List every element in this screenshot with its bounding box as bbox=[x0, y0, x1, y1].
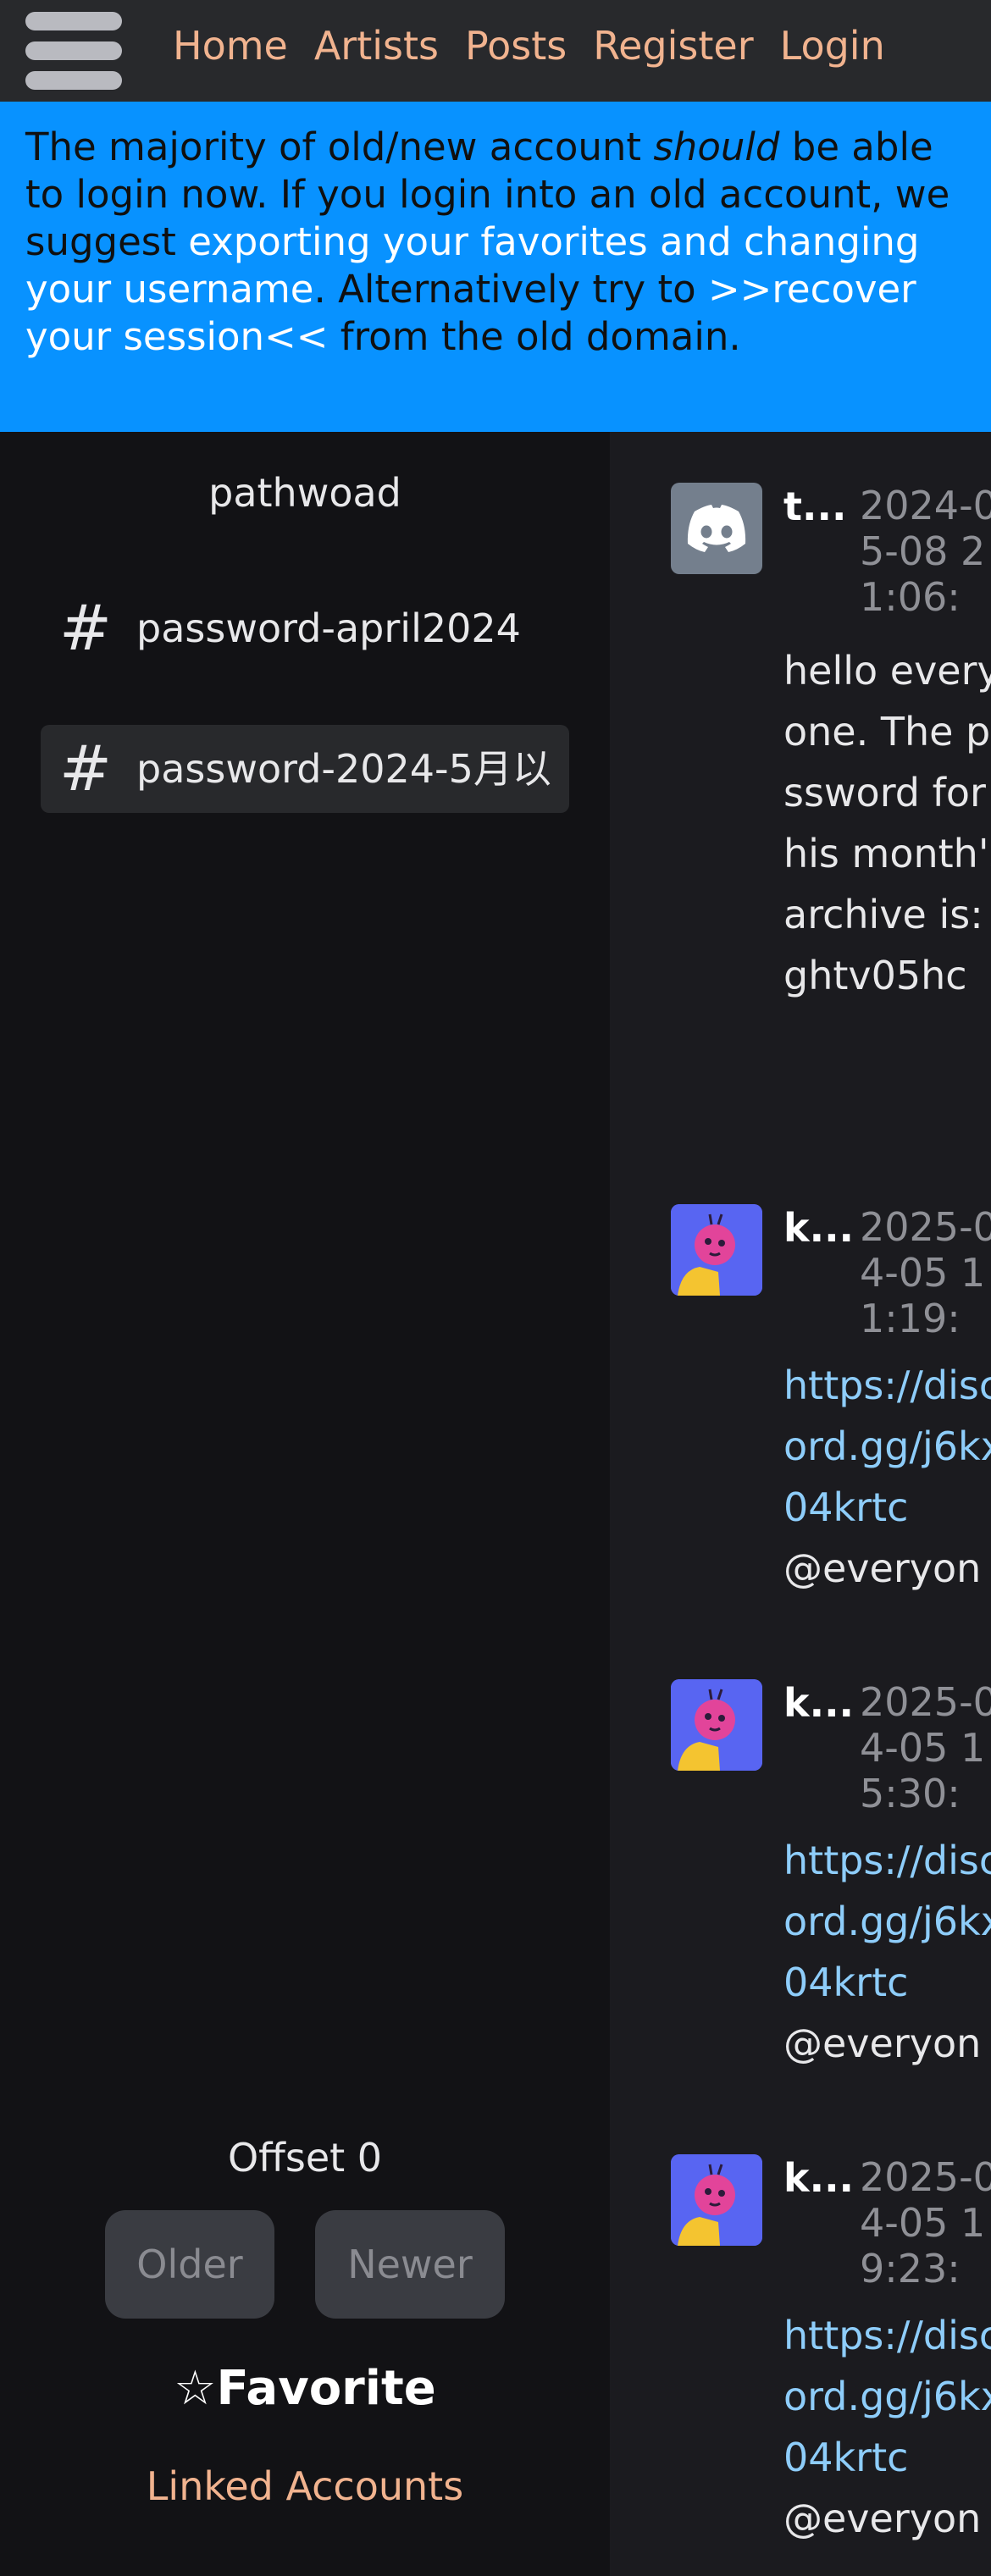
user-avatar-image bbox=[671, 1204, 762, 1296]
message-content: hello everyone. The password for this mo… bbox=[783, 648, 991, 998]
message-author[interactable]: k... bbox=[783, 2154, 854, 2202]
invite-link[interactable]: https://discord.gg/j6kx04krtc bbox=[783, 1363, 991, 1530]
announcement-banner: The majority of old/new account should b… bbox=[0, 102, 991, 432]
invite-link[interactable]: https://discord.gg/j6kx04krtc bbox=[783, 1838, 991, 2005]
message-content: https://discord.gg/j6kx04krtc @everyon bbox=[783, 1355, 991, 1599]
message-author[interactable]: k... bbox=[783, 1679, 854, 1727]
nav-home-link[interactable]: Home bbox=[173, 22, 288, 69]
older-button[interactable]: Older bbox=[105, 2210, 274, 2319]
message-author[interactable]: t... bbox=[783, 483, 846, 530]
top-nav: Home Artists Posts Register Login bbox=[0, 0, 991, 102]
invite-link[interactable]: https://discord.gg/j6kx04krtc bbox=[783, 2313, 991, 2480]
newer-button[interactable]: Newer bbox=[315, 2210, 505, 2319]
offset-label: Offset 0 bbox=[227, 2135, 383, 2181]
channel-sidebar: pathwoad # password-april2024 # password… bbox=[0, 432, 610, 2576]
channel-label: password-2024-5月以 bbox=[136, 746, 551, 792]
discord-logo-icon bbox=[671, 483, 762, 574]
nav-posts-link[interactable]: Posts bbox=[465, 22, 567, 69]
nav-login-link[interactable]: Login bbox=[780, 22, 885, 69]
favorite-button[interactable]: ☆Favorite bbox=[0, 2359, 610, 2418]
message-timestamp: 2025-04-05 19:23: bbox=[860, 2154, 991, 2291]
nav-register-link[interactable]: Register bbox=[593, 22, 753, 69]
message-content: https://discord.gg/j6kx04krtc @everyon bbox=[783, 2305, 991, 2549]
linked-accounts-link[interactable]: Linked Accounts bbox=[0, 2463, 610, 2510]
nav-artists-link[interactable]: Artists bbox=[314, 22, 439, 69]
banner-text: The majority of old/new account should b… bbox=[25, 124, 950, 359]
hashtag-icon: # bbox=[59, 592, 113, 665]
nav-links: Home Artists Posts Register Login bbox=[173, 22, 885, 69]
message-content: https://discord.gg/j6kx04krtc @everyon bbox=[783, 1830, 991, 2074]
channel-item-active[interactable]: # password-2024-5月以 bbox=[41, 725, 569, 813]
hashtag-icon: # bbox=[59, 732, 113, 805]
message-author[interactable]: k... bbox=[783, 1204, 854, 1252]
channel-label: password-april2024 bbox=[136, 605, 521, 651]
server-name: pathwoad bbox=[208, 470, 401, 516]
message-timestamp: 2025-04-05 11:19: bbox=[860, 1204, 991, 1341]
channel-item[interactable]: # password-april2024 bbox=[41, 584, 569, 672]
user-avatar-image bbox=[671, 1679, 762, 1771]
message-list: t... 2024-05-08 21:06: hello everyone. T… bbox=[610, 432, 991, 2576]
message-timestamp: 2024-05-08 21:06: bbox=[860, 483, 991, 620]
user-avatar-image bbox=[671, 2154, 762, 2246]
hamburger-menu-icon[interactable] bbox=[25, 12, 122, 90]
message-timestamp: 2025-04-05 15:30: bbox=[860, 1679, 991, 1816]
